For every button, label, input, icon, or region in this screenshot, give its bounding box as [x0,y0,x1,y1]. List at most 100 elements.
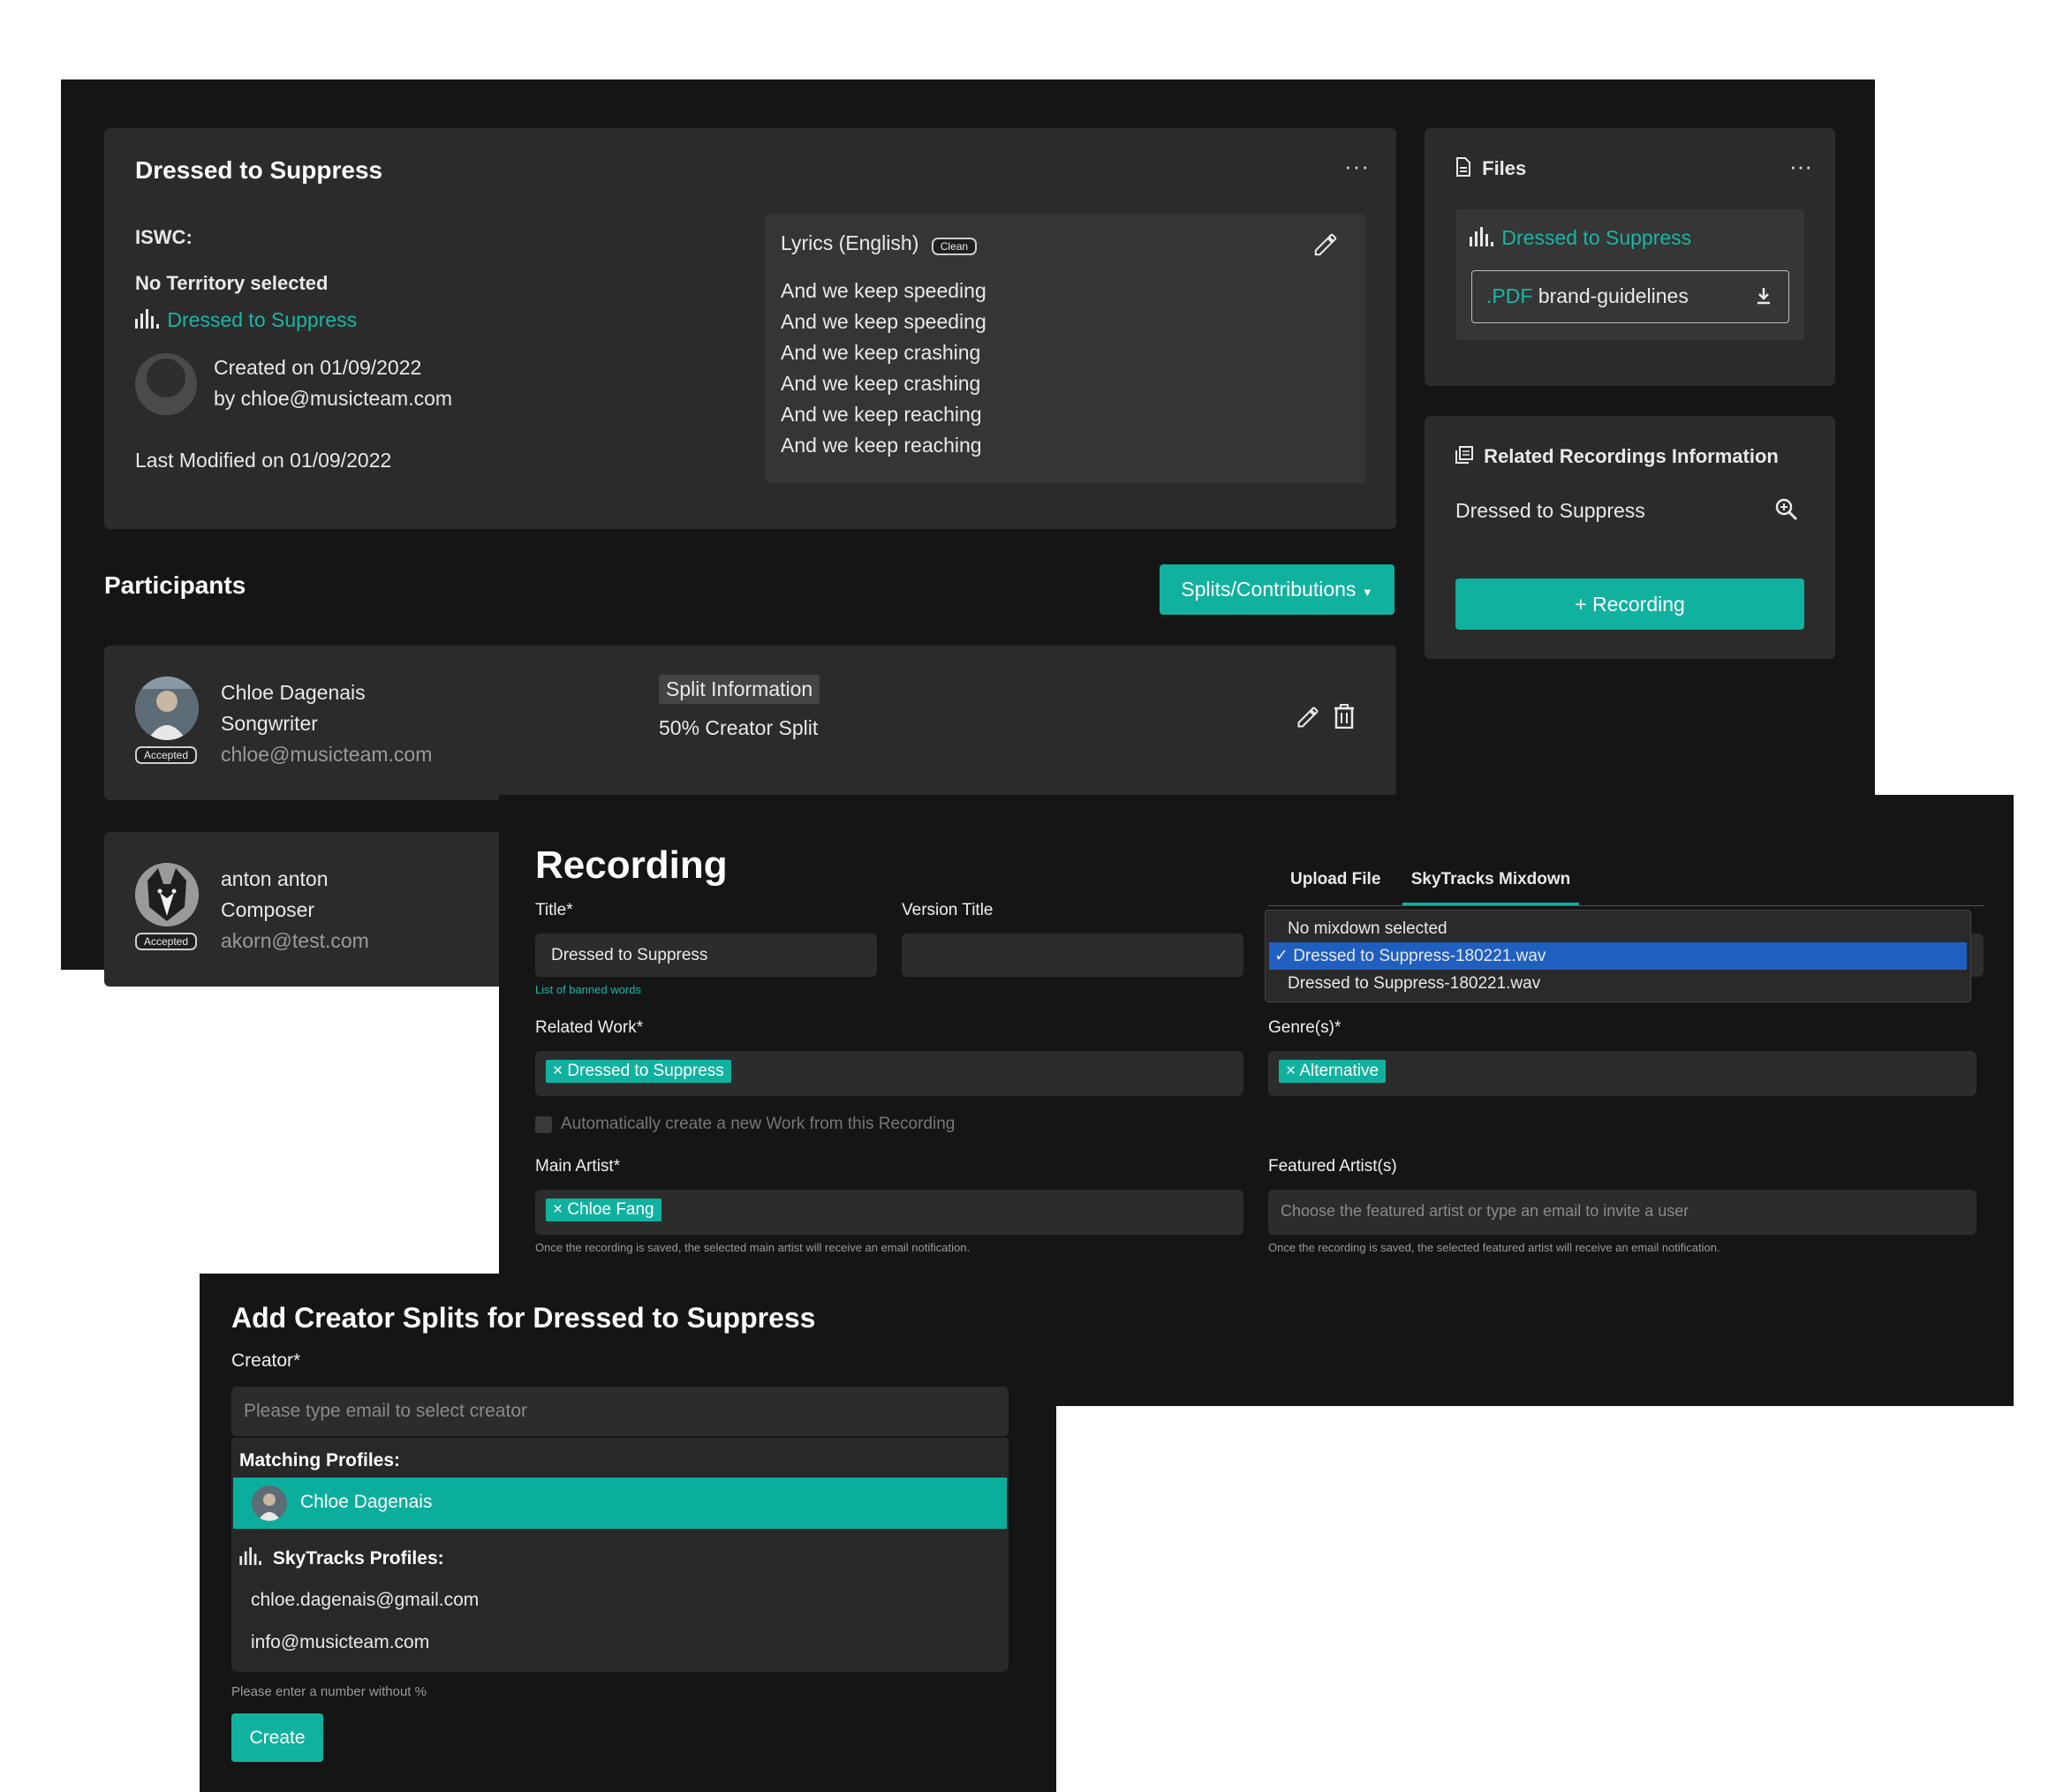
skytracks-profile-option[interactable]: info@musicteam.com [251,1632,429,1653]
skytracks-bars-icon [1470,226,1496,252]
checkmark-icon: ✓ [1274,947,1289,965]
genre-tag[interactable]: × Alternative [1279,1060,1387,1083]
lyrics-line: And we keep speeding [781,279,986,302]
version-title-label: Version Title [902,901,994,919]
tag-remove-icon[interactable]: × [553,1200,563,1219]
title-label: Title* [535,901,573,919]
lyrics-line: And we keep crashing [781,372,981,395]
related-work-label: Related Work* [535,1018,644,1037]
profile-avatar [252,1486,287,1521]
files-track-link[interactable]: Dressed to Suppress [1501,226,1691,249]
lyrics-lines: And we keep speeding And we keep speedin… [781,276,986,461]
matching-profile-option[interactable]: Chloe Dagenais [233,1478,1007,1529]
related-header: Related Recordings Information [1455,445,1779,469]
files-inner-box: Dressed to Suppress .PDF brand-guideline… [1455,209,1804,340]
participant-avatar [135,863,199,926]
title-input-value: Dressed to Suppress [551,946,708,964]
participant-email: akorn@test.com [221,929,369,952]
file-name-label: .PDF brand-guidelines [1486,284,1689,308]
tag-remove-icon[interactable]: × [1286,1062,1296,1080]
main-artist-input[interactable]: × Chloe Fang [535,1190,1243,1235]
files-track-row[interactable]: Dressed to Suppress [1470,226,1691,252]
skytracks-bars-icon [239,1547,264,1570]
created-on: Created on 01/09/2022 [214,356,422,379]
tab-upload-file[interactable]: Upload File [1290,870,1380,889]
matching-profiles-header: Matching Profiles: [239,1450,401,1471]
split-info-value: 50% Creator Split [659,716,819,739]
lyrics-line: And we keep reaching [781,434,982,457]
mixdown-option[interactable]: No mixdown selected [1266,915,1970,942]
edit-lyrics-icon[interactable] [1312,231,1339,262]
number-hint: Please enter a number without % [231,1684,427,1699]
download-icon[interactable] [1755,286,1772,310]
participant-name: Chloe Dagenais [221,681,366,704]
lyrics-line: And we keep crashing [781,341,981,364]
main-artist-hint: Once the recording is saved, the selecte… [535,1241,971,1254]
participant-card: Accepted Chloe Dagenais Songwriter chloe… [104,646,1396,800]
delete-participant-icon[interactable] [1334,704,1355,733]
related-recording-name: Dressed to Suppress [1455,499,1645,522]
related-work-tag[interactable]: × Dressed to Suppress [546,1060,731,1083]
participant-role: Composer [221,898,315,921]
banned-words-link[interactable]: List of banned words [535,983,641,996]
mixdown-options-list: No mixdown selected ✓ Dressed to Suppres… [1265,910,1971,1002]
participant-name: anton anton [221,867,329,890]
file-name: brand-guidelines [1538,284,1689,307]
recordings-icon [1455,446,1473,469]
creator-search-input[interactable]: Please type email to select creator [231,1387,1009,1436]
creator-dropdown: Matching Profiles: Chloe Dagenais SkyTra… [231,1438,1009,1672]
related-work-input[interactable]: × Dressed to Suppress [535,1051,1243,1096]
featured-artist-placeholder: Choose the featured artist or type an em… [1281,1202,1689,1220]
file-ext: .PDF [1486,284,1533,307]
split-info-header: Split Information [659,675,820,704]
participants-title: Participants [104,571,246,599]
related-title: Related Recordings Information [1484,445,1779,467]
tab-skytracks-mixdown[interactable]: SkyTracks Mixdown [1402,870,1579,905]
skytracks-profile-option[interactable]: chloe.dagenais@gmail.com [251,1590,479,1611]
genre-input[interactable]: × Alternative [1268,1051,1977,1096]
creator-label: Creator* [231,1350,301,1371]
featured-artist-label: Featured Artist(s) [1268,1157,1397,1176]
last-modified: Last Modified on 01/09/2022 [135,449,392,472]
file-icon [1455,157,1471,182]
auto-create-checkbox[interactable] [535,1116,552,1133]
skytracks-bars-icon [135,308,162,334]
version-title-input[interactable] [902,934,1243,977]
work-card: Dressed to Suppress ··· ISWC: No Territo… [104,128,1396,529]
create-button[interactable]: Create [231,1713,323,1762]
participant-role: Songwriter [221,712,318,735]
featured-artist-input[interactable]: Choose the featured artist or type an em… [1268,1190,1977,1235]
featured-artist-hint: Once the recording is saved, the selecte… [1268,1241,1720,1254]
title-input[interactable]: Dressed to Suppress [535,934,877,977]
linked-work-link[interactable]: Dressed to Suppress [167,308,357,331]
skytracks-profiles-header: SkyTracks Profiles: [239,1547,444,1570]
files-more-icon[interactable]: ··· [1789,153,1812,180]
splits-button-label: Splits/Contributions [1181,578,1357,601]
splits-heading: Add Creator Splits for Dressed to Suppre… [231,1302,816,1334]
recording-heading: Recording [535,843,728,887]
add-recording-button[interactable]: + Recording [1455,578,1804,630]
tag-remove-icon[interactable]: × [553,1062,563,1080]
mixdown-option-selected[interactable]: ✓ Dressed to Suppress-180221.wav [1269,942,1967,970]
linked-work[interactable]: Dressed to Suppress [135,308,357,334]
caret-down-icon: ▼ [1361,586,1373,599]
edit-participant-icon[interactable] [1296,705,1320,734]
lyrics-header: Lyrics (English) Clean [781,231,978,255]
more-options-icon[interactable]: ··· [1344,153,1370,180]
search-icon[interactable] [1774,497,1799,526]
lyrics-label: Lyrics (English) [781,231,919,254]
territory-label: No Territory selected [135,272,329,294]
participant-avatar [135,677,199,740]
tab-skytracks-label: SkyTracks Mixdown [1410,870,1571,888]
lyrics-line: And we keep reaching [781,403,982,426]
mixdown-option[interactable]: Dressed to Suppress-180221.wav [1266,970,1970,997]
main-artist-tag[interactable]: × Chloe Fang [546,1198,661,1221]
creator-avatar [135,353,197,415]
splits-contributions-button[interactable]: Splits/Contributions ▼ [1160,564,1395,615]
lyrics-line: And we keep speeding [781,310,986,333]
status-badge: Accepted [135,746,198,764]
status-badge: Accepted [135,933,198,950]
lyrics-clean-badge: Clean [931,238,978,255]
files-title: Files [1482,157,1527,179]
file-download-row[interactable]: .PDF brand-guidelines [1471,270,1789,323]
